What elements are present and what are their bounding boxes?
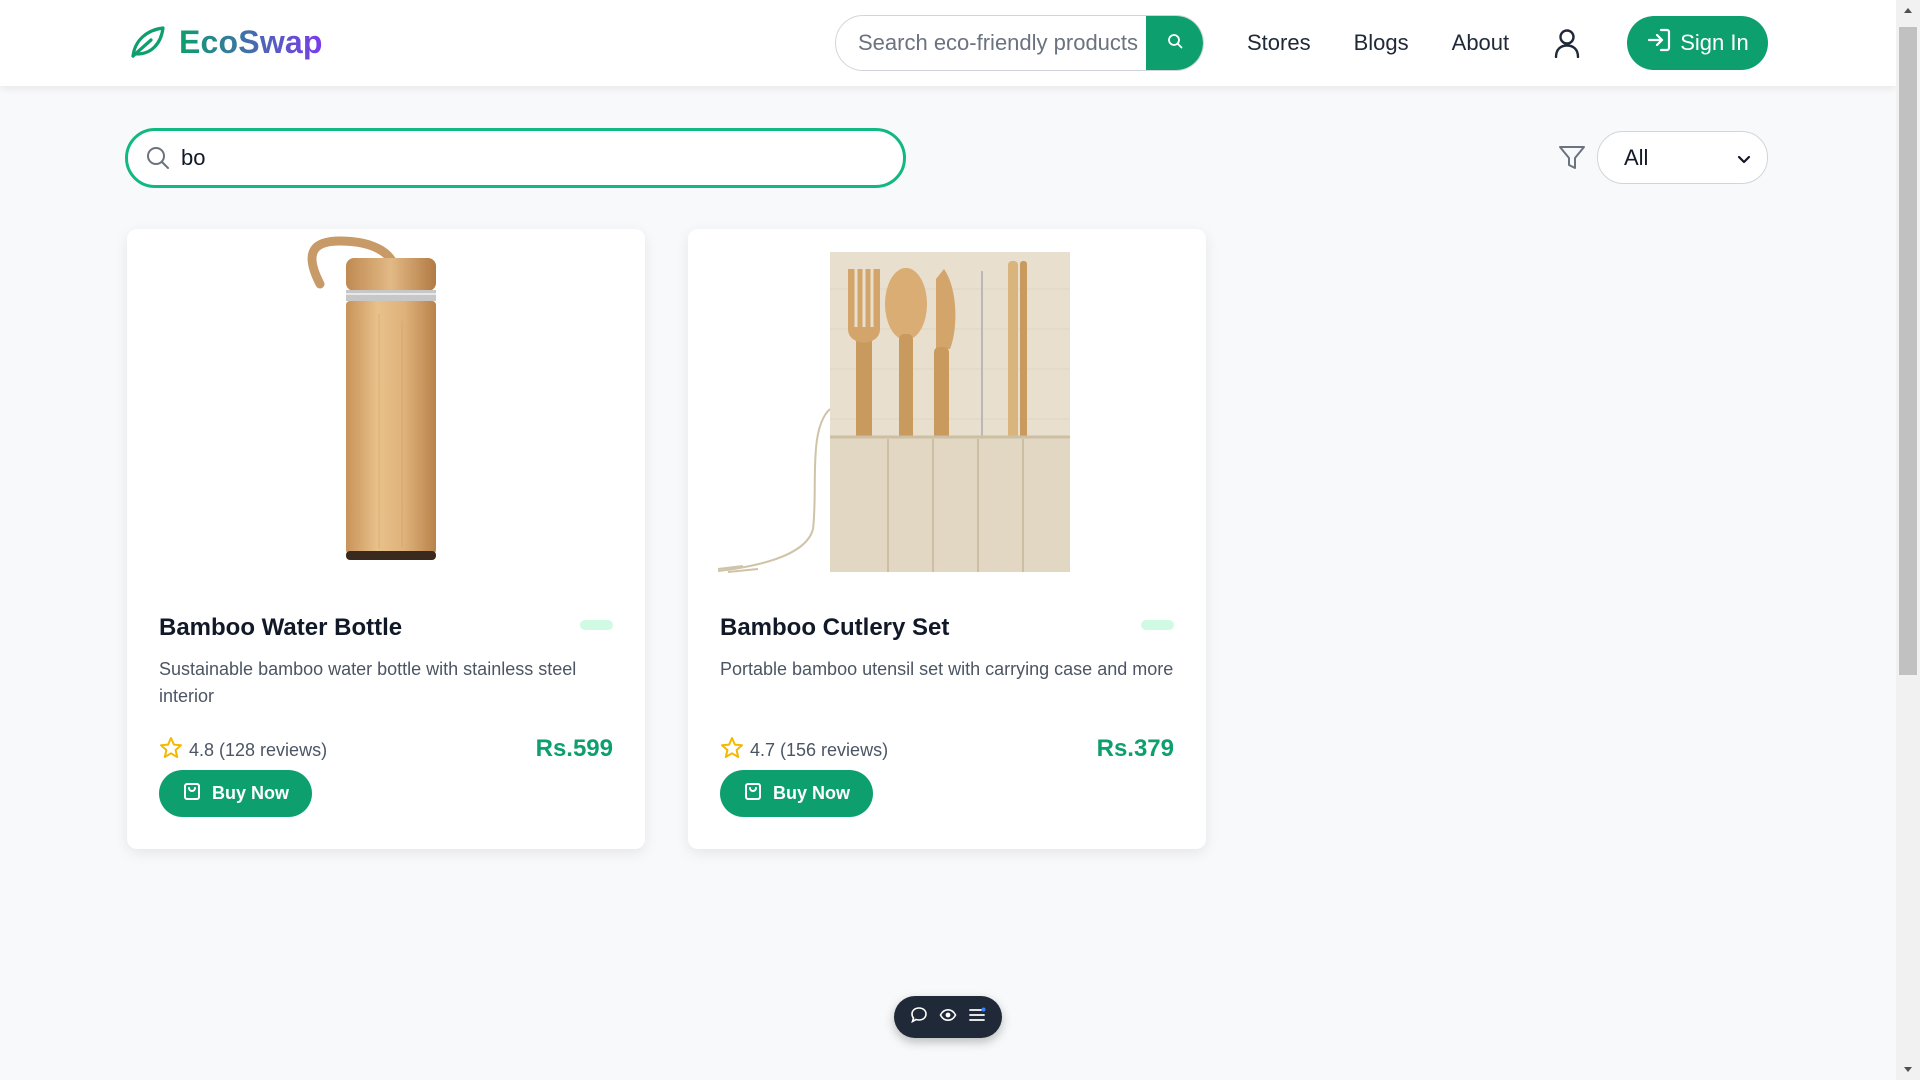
scroll-up-arrow[interactable] bbox=[1896, 0, 1920, 20]
star-icon bbox=[720, 736, 744, 765]
product-title[interactable]: Bamboo Water Bottle bbox=[159, 614, 402, 642]
product-card: Bamboo Water Bottle Sustainable bamboo w… bbox=[127, 229, 645, 849]
menu-icon[interactable] bbox=[968, 1006, 986, 1029]
product-search-input[interactable] bbox=[181, 145, 903, 171]
user-icon[interactable] bbox=[1553, 28, 1581, 63]
scrollbar-thumb[interactable] bbox=[1899, 27, 1917, 675]
category-select[interactable]: All bbox=[1597, 131, 1768, 184]
category-selected-value: All bbox=[1624, 144, 1649, 170]
star-icon bbox=[159, 736, 183, 765]
buy-now-label: Buy Now bbox=[772, 783, 850, 803]
nav-blogs[interactable]: Blogs bbox=[1354, 30, 1409, 56]
eye-icon[interactable] bbox=[939, 1006, 957, 1029]
leaf-icon bbox=[127, 22, 167, 62]
rating-text: 4.7 (156 reviews) bbox=[750, 740, 889, 760]
search-icon bbox=[145, 145, 171, 171]
logo[interactable]: EcoSwap bbox=[127, 22, 323, 62]
sign-in-button[interactable]: Sign In bbox=[1627, 16, 1768, 70]
shopping-bag-icon bbox=[182, 781, 202, 806]
eco-badge bbox=[580, 620, 613, 630]
header-search bbox=[835, 15, 1204, 71]
sign-in-icon bbox=[1646, 27, 1672, 59]
product-card: Bamboo Cutlery Set Portable bamboo utens… bbox=[688, 229, 1206, 849]
sign-in-label: Sign In bbox=[1680, 30, 1749, 55]
buy-now-button[interactable]: Buy Now bbox=[720, 770, 873, 817]
product-search bbox=[125, 128, 906, 188]
scroll-down-arrow[interactable] bbox=[1896, 1060, 1920, 1080]
top-navbar: EcoSwap Stores Blogs About Sign In bbox=[0, 0, 1896, 86]
product-rating: 4.7 (156 reviews) bbox=[720, 736, 888, 765]
chat-icon[interactable] bbox=[910, 1006, 928, 1029]
product-title[interactable]: Bamboo Cutlery Set bbox=[720, 614, 949, 642]
logo-text: EcoSwap bbox=[179, 23, 323, 60]
filter-icon[interactable] bbox=[1558, 145, 1586, 176]
floating-toolbar bbox=[894, 996, 1002, 1038]
rating-text: 4.8 (128 reviews) bbox=[189, 740, 328, 760]
eco-badge bbox=[1141, 620, 1174, 630]
product-rating: 4.8 (128 reviews) bbox=[159, 736, 327, 765]
product-description: Portable bamboo utensil set with carryin… bbox=[720, 659, 1174, 679]
nav-about[interactable]: About bbox=[1452, 30, 1510, 56]
header-search-input[interactable] bbox=[836, 16, 1146, 70]
nav-stores[interactable]: Stores bbox=[1247, 30, 1311, 56]
product-image-bamboo-cutlery[interactable] bbox=[688, 229, 1206, 579]
product-price: Rs.599 bbox=[535, 735, 613, 762]
chevron-down-icon bbox=[1737, 145, 1751, 171]
buy-now-button[interactable]: Buy Now bbox=[159, 770, 312, 817]
buy-now-label: Buy Now bbox=[211, 783, 289, 803]
search-icon bbox=[1167, 33, 1183, 54]
product-price: Rs.379 bbox=[1096, 735, 1174, 762]
product-description: Sustainable bamboo water bottle with sta… bbox=[159, 659, 577, 706]
main-nav: Stores Blogs About bbox=[1247, 30, 1509, 56]
shopping-bag-icon bbox=[743, 781, 763, 806]
product-image-bamboo-bottle[interactable] bbox=[127, 229, 645, 579]
header-search-button[interactable] bbox=[1146, 16, 1203, 70]
